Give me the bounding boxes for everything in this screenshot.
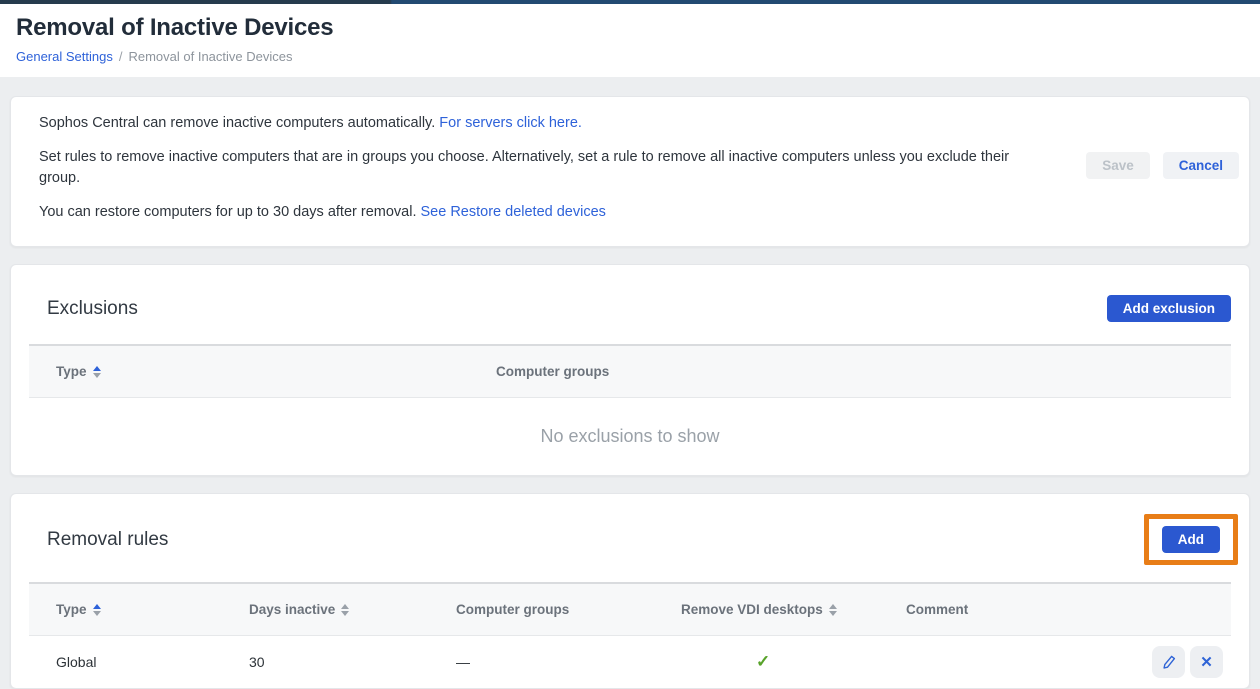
exclusions-header: Exclusions Add exclusion xyxy=(11,265,1249,344)
sort-icon xyxy=(93,366,101,378)
highlight-annotation-box: Add xyxy=(1144,514,1238,565)
page-title: Removal of Inactive Devices xyxy=(16,14,1244,42)
breadcrumb-current: Removal of Inactive Devices xyxy=(128,49,292,64)
removal-rules-header: Removal rules Add xyxy=(11,494,1249,582)
exclusions-table: Type Computer groups No exclusions to sh… xyxy=(29,344,1231,475)
table-row: Global 30 — ✓ ✕ xyxy=(29,636,1231,688)
breadcrumb: General Settings / Removal of Inactive Dev… xyxy=(16,49,1244,64)
edit-rule-button[interactable] xyxy=(1152,646,1185,678)
removal-rules-table-header: Type Days inactive Computer groups Remov… xyxy=(29,584,1231,636)
add-rule-button[interactable]: Add xyxy=(1162,526,1220,553)
info-line-2: Set rules to remove inactive computers t… xyxy=(39,147,1051,189)
removal-rules-table: Type Days inactive Computer groups Remov… xyxy=(29,582,1231,688)
cancel-button[interactable]: Cancel xyxy=(1163,152,1239,179)
breadcrumb-separator: / xyxy=(119,49,123,64)
check-icon: ✓ xyxy=(756,652,770,672)
column-header-days-inactive[interactable]: Days inactive xyxy=(222,602,429,617)
add-exclusion-button[interactable]: Add exclusion xyxy=(1107,295,1231,322)
cell-remove-vdi: ✓ xyxy=(654,652,879,672)
cell-actions: ✕ xyxy=(1131,646,1231,678)
exclusions-empty-state: No exclusions to show xyxy=(29,398,1231,475)
breadcrumb-link-general-settings[interactable]: General Settings xyxy=(16,49,113,64)
column-header-type[interactable]: Type xyxy=(29,364,469,379)
sort-icon xyxy=(829,604,837,616)
main-content: Sophos Central can remove inactive compu… xyxy=(0,77,1260,689)
removal-rules-title: Removal rules xyxy=(47,529,168,551)
exclusions-section: Exclusions Add exclusion Type Computer g… xyxy=(10,264,1250,476)
info-line-3: You can restore computers for up to 30 d… xyxy=(39,202,1051,223)
exclusions-table-header: Type Computer groups xyxy=(29,346,1231,398)
cell-days-inactive: 30 xyxy=(222,654,429,670)
sort-icon xyxy=(93,604,101,616)
column-header-comment: Comment xyxy=(879,602,1131,617)
page-header: Removal of Inactive Devices General Sett… xyxy=(0,4,1260,77)
cell-computer-groups: — xyxy=(429,654,654,670)
column-header-remove-vdi[interactable]: Remove VDI desktops xyxy=(654,602,879,617)
column-header-computer-groups: Computer groups xyxy=(469,364,1231,379)
column-header-type[interactable]: Type xyxy=(29,602,222,617)
sort-icon xyxy=(341,604,349,616)
delete-rule-button[interactable]: ✕ xyxy=(1190,646,1223,678)
pencil-icon xyxy=(1161,654,1177,670)
exclusions-title: Exclusions xyxy=(47,298,138,320)
info-line-1: Sophos Central can remove inactive compu… xyxy=(39,113,1051,134)
close-icon: ✕ xyxy=(1200,653,1213,671)
save-button[interactable]: Save xyxy=(1086,152,1150,179)
servers-link[interactable]: For servers click here. xyxy=(439,115,582,131)
cell-type: Global xyxy=(29,654,222,670)
restore-deleted-devices-link[interactable]: See Restore deleted devices xyxy=(421,204,606,220)
removal-rules-section: Removal rules Add Type Days inactive Com… xyxy=(10,493,1250,689)
info-panel: Sophos Central can remove inactive compu… xyxy=(10,96,1250,247)
form-actions: Save Cancel xyxy=(1086,152,1239,179)
column-header-computer-groups: Computer groups xyxy=(429,602,654,617)
